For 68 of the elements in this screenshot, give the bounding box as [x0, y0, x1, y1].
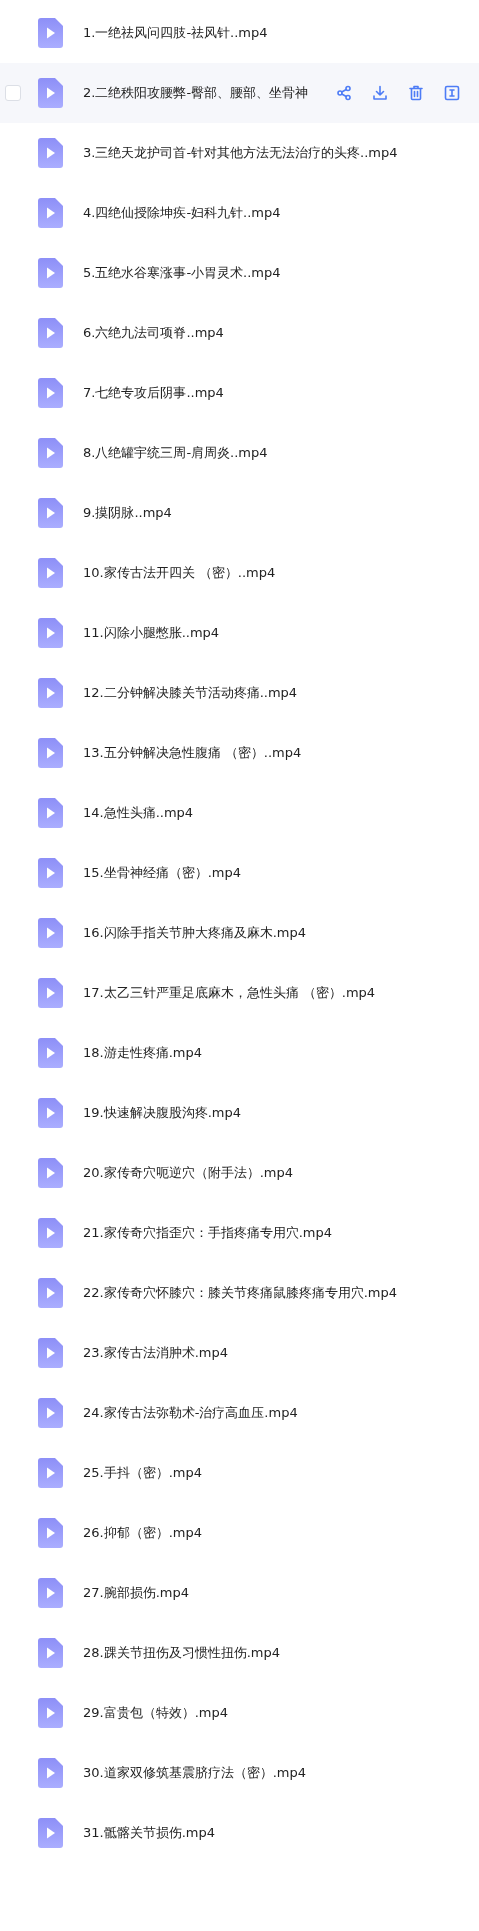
- file-name[interactable]: 23.家传古法消肿术.mp4: [83, 1344, 228, 1362]
- file-name[interactable]: 18.游走性疼痛.mp4: [83, 1044, 202, 1062]
- video-file-icon: [38, 1038, 63, 1068]
- video-file-icon: [38, 798, 63, 828]
- video-file-icon: [38, 18, 63, 48]
- video-file-icon: [38, 1638, 63, 1668]
- file-name[interactable]: 29.富贵包（特效）.mp4: [83, 1704, 228, 1722]
- file-row[interactable]: 2.二绝秩阳攻腰弊-臀部、腰部、坐骨神: [0, 63, 479, 123]
- file-name[interactable]: 6.六绝九法司项脊..mp4: [83, 324, 224, 342]
- file-name[interactable]: 10.家传古法开四关 （密）..mp4: [83, 564, 276, 582]
- video-file-icon: [38, 1818, 63, 1848]
- file-name[interactable]: 9.摸阴脉..mp4: [83, 504, 172, 522]
- video-file-icon: [38, 318, 63, 348]
- file-name[interactable]: 12.二分钟解决膝关节活动疼痛..mp4: [83, 684, 298, 702]
- video-file-icon: [38, 1398, 63, 1428]
- file-name[interactable]: 3.三绝天龙护司首-针对其他方法无法治疗的头疼..mp4: [83, 144, 398, 162]
- file-name[interactable]: 7.七绝专攻后阴事..mp4: [83, 384, 224, 402]
- file-name[interactable]: 19.快速解决腹股沟疼.mp4: [83, 1104, 241, 1122]
- file-name[interactable]: 15.坐骨神经痛（密）.mp4: [83, 864, 241, 882]
- file-name[interactable]: 13.五分钟解决急性腹痛 （密）..mp4: [83, 744, 302, 762]
- video-file-icon: [38, 978, 63, 1008]
- file-name[interactable]: 8.八绝罐宇统三周-肩周炎..mp4: [83, 444, 268, 462]
- file-name[interactable]: 31.骶髂关节损伤.mp4: [83, 1824, 215, 1842]
- download-icon[interactable]: [372, 85, 388, 101]
- file-name[interactable]: 16.闪除手指关节肿大疼痛及麻木.mp4: [83, 924, 306, 942]
- video-file-icon: [38, 678, 63, 708]
- video-file-icon: [38, 1338, 63, 1368]
- video-file-icon: [38, 198, 63, 228]
- video-file-icon: [38, 498, 63, 528]
- video-file-icon: [38, 1278, 63, 1308]
- file-name[interactable]: 22.家传奇穴怀膝穴：膝关节疼痛鼠膝疼痛专用穴.mp4: [83, 1284, 397, 1302]
- file-name[interactable]: 24.家传古法弥勒术-治疗高血压.mp4: [83, 1404, 298, 1422]
- file-name[interactable]: 25.手抖（密）.mp4: [83, 1464, 202, 1482]
- video-file-icon: [38, 738, 63, 768]
- video-file-icon: [38, 1458, 63, 1488]
- file-name[interactable]: 11.闪除小腿憋胀..mp4: [83, 624, 220, 642]
- video-file-icon: [38, 1158, 63, 1188]
- file-name[interactable]: 4.四绝仙授除坤疾-妇科九针..mp4: [83, 204, 281, 222]
- trash-icon[interactable]: [408, 85, 424, 101]
- rename-icon[interactable]: [444, 85, 460, 101]
- video-file-icon: [38, 1758, 63, 1788]
- video-file-icon: [38, 558, 63, 588]
- video-file-icon: [38, 918, 63, 948]
- file-name[interactable]: 21.家传奇穴指歪穴：手指疼痛专用穴.mp4: [83, 1224, 332, 1242]
- checkbox[interactable]: [5, 85, 21, 101]
- file-name[interactable]: 26.抑郁（密）.mp4: [83, 1524, 202, 1542]
- video-file-icon: [38, 438, 63, 468]
- file-name[interactable]: 27.腕部损伤.mp4: [83, 1584, 189, 1602]
- video-file-icon: [38, 1578, 63, 1608]
- video-file-icon: [38, 618, 63, 648]
- video-file-icon: [38, 1218, 63, 1248]
- video-file-icon: [38, 258, 63, 288]
- video-file-icon: [38, 1698, 63, 1728]
- video-file-icon: [38, 1098, 63, 1128]
- video-file-icon: [38, 78, 63, 108]
- file-name[interactable]: 28.踝关节扭伤及习惯性扭伤.mp4: [83, 1644, 280, 1662]
- video-file-icon: [38, 1518, 63, 1548]
- video-file-icon: [38, 858, 63, 888]
- file-name[interactable]: 2.二绝秩阳攻腰弊-臀部、腰部、坐骨神: [83, 84, 309, 102]
- video-file-icon: [38, 138, 63, 168]
- video-file-icon: [38, 378, 63, 408]
- file-name[interactable]: 1.一绝祛风问四肢-祛风针..mp4: [83, 24, 268, 42]
- file-name[interactable]: 20.家传奇穴呃逆穴（附手法）.mp4: [83, 1164, 293, 1182]
- share-icon[interactable]: [336, 85, 352, 101]
- file-name[interactable]: 5.五绝水谷寒涨事-小胃灵术..mp4: [83, 264, 281, 282]
- file-name[interactable]: 17.太乙三针严重足底麻木，急性头痛 （密）.mp4: [83, 984, 376, 1002]
- file-name[interactable]: 14.急性头痛..mp4: [83, 804, 194, 822]
- file-name[interactable]: 30.道家双修筑基震脐疗法（密）.mp4: [83, 1764, 306, 1782]
